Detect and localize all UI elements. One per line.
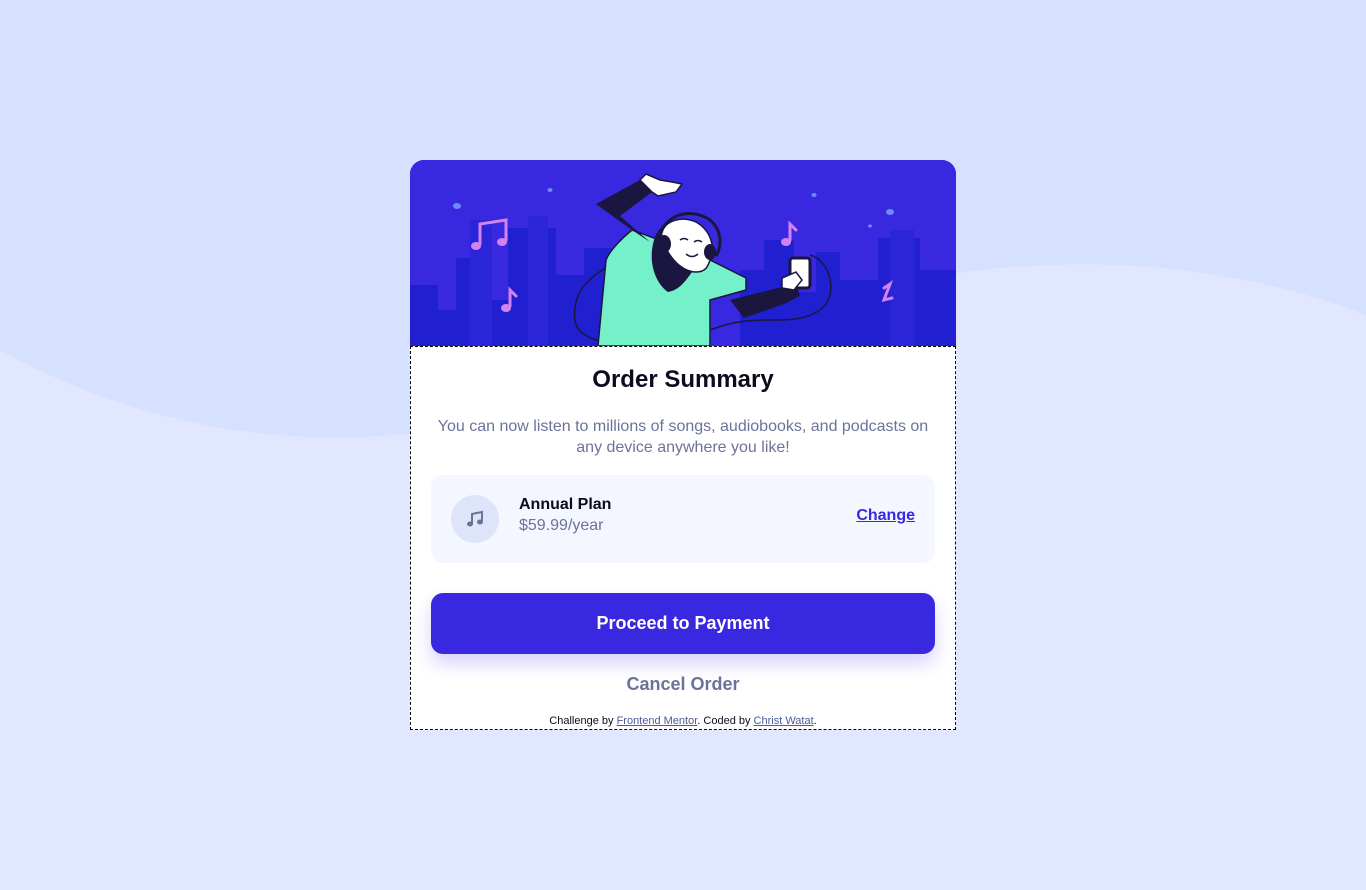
attribution-middle: . Coded by	[697, 715, 754, 727]
page-title: Order Summary	[592, 366, 774, 393]
order-summary-card: Order Summary You can now listen to mill…	[410, 160, 956, 730]
attribution-prefix: Challenge by	[549, 715, 617, 727]
hero-illustration	[410, 160, 956, 346]
plan-price: $59.99/year	[519, 517, 604, 534]
proceed-to-payment-button[interactable]: Proceed to Payment	[431, 593, 935, 654]
attribution: Challenge by Frontend Mentor. Coded by C…	[410, 715, 956, 727]
plan-summary: Annual Plan $59.99/year Change	[431, 475, 935, 563]
plan-name: Annual Plan	[519, 496, 612, 513]
attribution-suffix: .	[813, 715, 817, 727]
cancel-order-button[interactable]: Cancel Order	[583, 670, 783, 698]
frontend-mentor-link[interactable]: Frontend Mentor	[617, 715, 698, 727]
order-description: You can now listen to millions of songs,…	[437, 418, 929, 456]
music-note-icon	[451, 495, 499, 543]
author-link[interactable]: Christ Watat	[754, 715, 814, 727]
change-plan-link[interactable]: Change	[856, 507, 915, 525]
